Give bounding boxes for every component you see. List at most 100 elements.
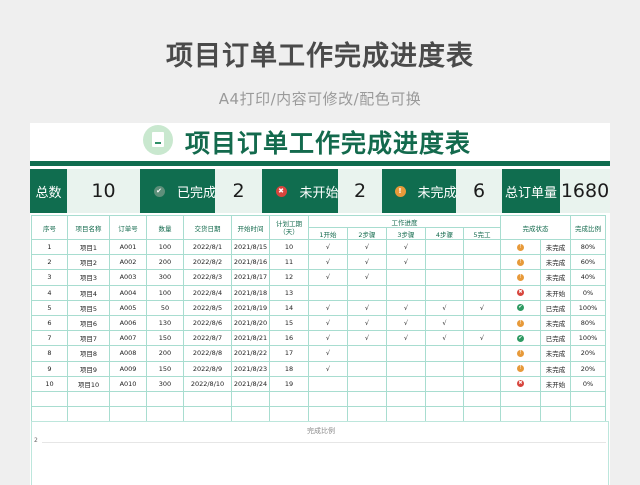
cell-name: 项目5 [67,299,110,316]
cell-step-3: √ [386,330,426,347]
cell-qty: 200 [146,254,184,271]
cell-step-5 [463,375,501,392]
cell-start: 2021/8/21 [231,330,270,347]
done-label: 已完成 [177,169,216,213]
cell-qty: 150 [146,360,184,377]
empty-cell [183,406,232,423]
empty-cell [31,406,68,423]
table-row: 1 项目1 A001 100 2022/8/1 2021/8/15 10 √ √ √! 未完成 80% [31,238,606,256]
cell-start: 2021/8/22 [231,345,270,362]
cell-start: 2021/8/20 [231,314,270,332]
cell-delivery: 2022/8/1 [183,238,232,256]
cell-status-icon: ✖ [500,284,541,301]
header-step-1: 1开始 [308,227,348,240]
cell-plan: 15 [269,314,309,332]
cell-step-2 [347,375,387,392]
cell-ratio: 20% [570,360,606,377]
cell-step-3 [386,345,426,362]
empty-cell [269,406,309,423]
cell-ratio: 80% [570,238,606,256]
cell-step-4 [425,238,464,256]
empty-cell [500,406,541,423]
empty-cell [463,406,501,423]
cell-start: 2021/8/24 [231,375,270,392]
cell-delivery: 2022/8/8 [183,345,232,362]
notstarted-icon-cell: ✖ [262,169,300,213]
empty-cell [308,390,348,408]
cell-status: 已完成 [540,299,571,316]
page-title: 项目订单工作完成进度表 [166,41,474,72]
table-row: 5 项目5 A005 50 2022/8/5 2021/8/19 14 √ √ √ √ √ ✔ 已完成 10… [31,299,606,316]
total-label: 总数 [30,169,67,213]
cell-name: 项目10 [67,375,110,392]
cell-step-2: √ [347,238,387,256]
cell-qty: 300 [146,375,184,392]
empty-cell [31,390,68,408]
empty-cell [570,390,606,408]
cell-plan: 19 [269,375,309,392]
empty-cell [269,390,309,408]
empty-cell [463,390,501,408]
table-row: 3 项目3 A003 300 2022/8/3 2021/8/17 12 √ √! 未完成 40% [31,269,606,286]
cell-step-2 [347,284,387,301]
cell-step-1: √ [308,238,348,256]
header-status: 完成状态 [500,215,571,240]
cell-step-5 [463,238,501,256]
cell-step-1: √ [308,330,348,347]
check-circle-icon: ✔ [517,334,524,342]
header-step-2: 2步骤 [347,227,387,240]
cell-qty: 100 [146,284,184,301]
total-value: 10 [67,169,140,213]
check-circle-icon: ✔ [517,304,524,312]
empty-cell [347,406,387,423]
cell-status-icon: ! [500,314,541,332]
cell-step-1: √ [308,269,348,286]
cell-name: 项目9 [67,360,110,377]
cell-delivery: 2022/8/7 [183,330,232,347]
notstarted-label: 未开始 [300,169,339,213]
cell-step-5 [463,360,501,377]
cell-delivery: 2022/8/3 [183,269,232,286]
cell-qty: 50 [146,299,184,316]
table-row [31,406,606,423]
cell-seq: 9 [31,360,68,377]
orders-label: 总订单量 [502,169,560,213]
cell-step-1: √ [308,360,348,377]
cell-status-icon: ✖ [500,375,541,392]
empty-cell [67,406,110,423]
cross-circle-icon: ✖ [275,185,287,197]
cell-start: 2021/8/18 [231,284,270,301]
header-step-5: 5完工 [463,227,501,240]
cell-ratio: 0% [570,284,606,301]
cell-step-1 [308,375,348,392]
header-ratio: 完成比例 [570,215,606,240]
cell-step-3 [386,284,426,301]
document-icon [143,125,173,155]
empty-cell [347,390,387,408]
header-seq: 序号 [31,215,68,240]
cell-order: A006 [109,314,147,332]
cell-step-3: √ [386,238,426,256]
ratio-chart: 完成比例 2 [31,421,609,485]
cell-order: A009 [109,360,147,377]
empty-cell [425,390,464,408]
cell-status-icon: ! [500,254,541,271]
cell-status-icon: ✔ [500,330,541,347]
undone-value: 6 [456,169,502,213]
cell-step-1: √ [308,254,348,271]
cell-start: 2021/8/19 [231,299,270,316]
cell-status: 未开始 [540,284,571,301]
spreadsheet-preview: 项目订单工作完成进度表 总数 10 ✔ 已完成 2 ✖ 未开始 2 ! 未完成 … [30,123,610,485]
cross-circle-icon: ✖ [517,380,524,388]
cell-step-5: √ [463,299,501,316]
cell-name: 项目3 [67,269,110,286]
cell-status-icon: ✔ [500,299,541,316]
table-row: 2 项目2 A002 200 2022/8/2 2021/8/16 11 √ √ √! 未完成 60% [31,254,606,271]
cell-ratio: 100% [570,299,606,316]
cell-name: 项目6 [67,314,110,332]
cell-plan: 13 [269,284,309,301]
cell-order: A008 [109,345,147,362]
cell-step-5 [463,269,501,286]
cell-step-4 [425,345,464,362]
cell-qty: 130 [146,314,184,332]
